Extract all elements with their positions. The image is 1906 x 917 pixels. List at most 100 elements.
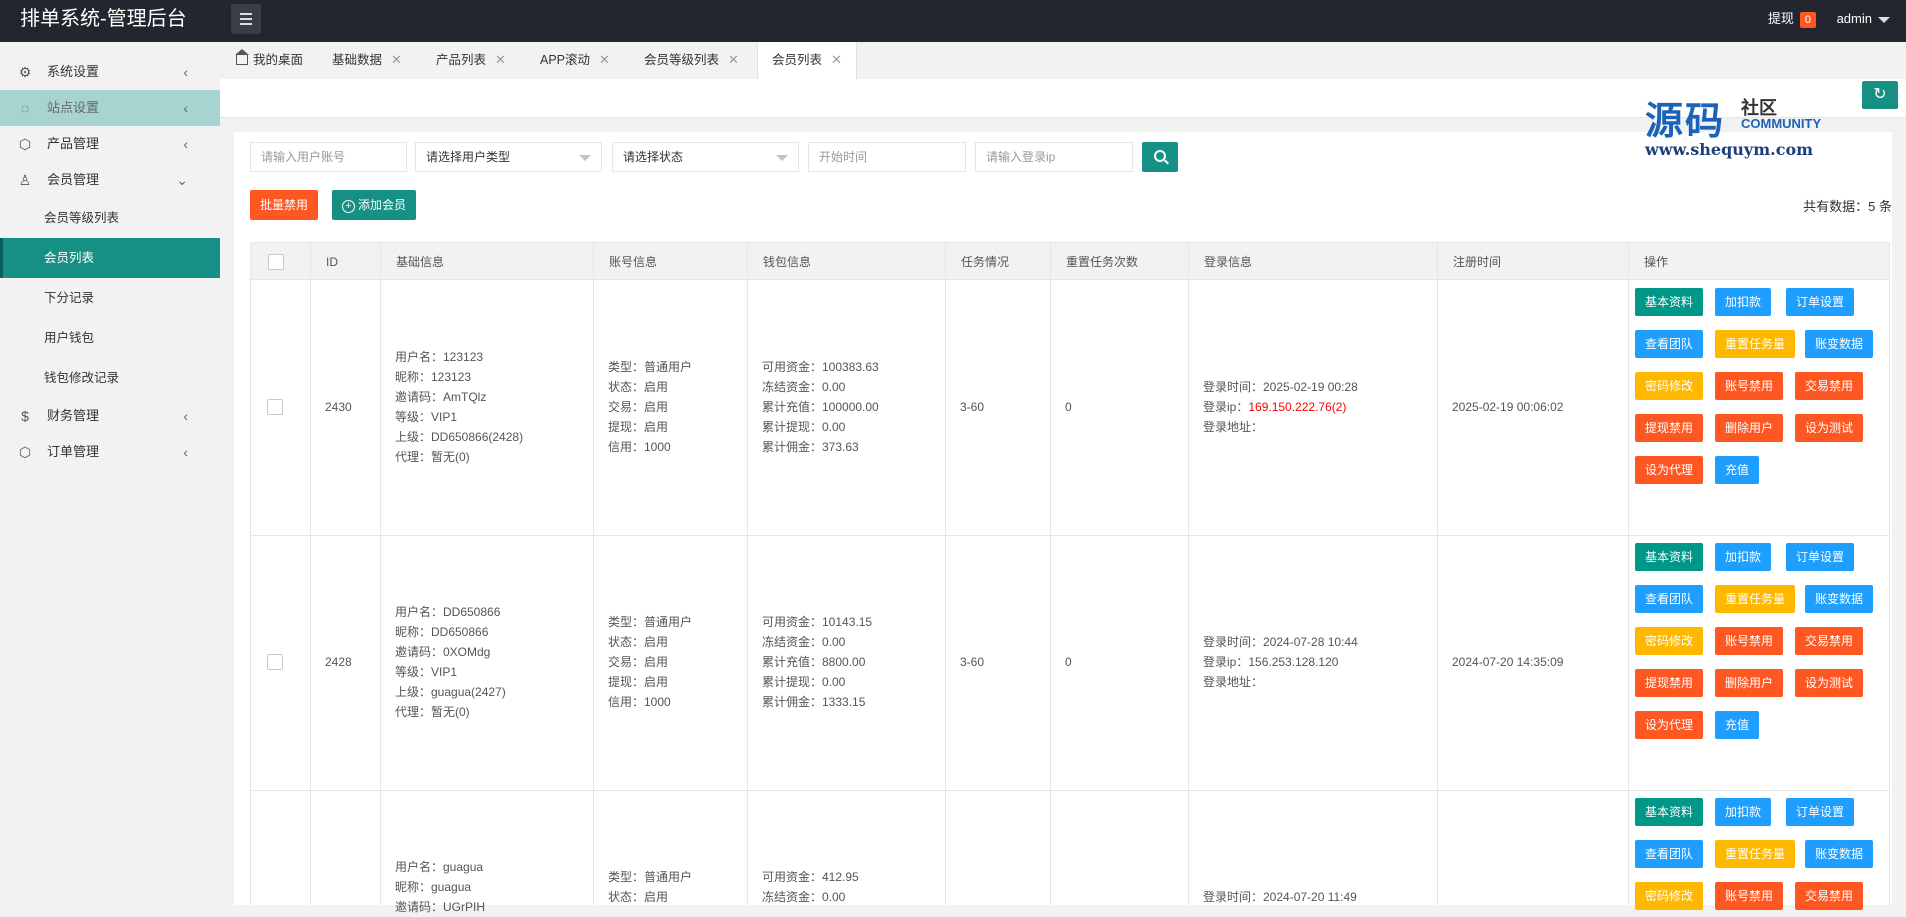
globe-icon: ◌ bbox=[20, 100, 30, 116]
tab-label: APP滚动 bbox=[540, 53, 591, 67]
basic-info-button[interactable]: 基本资料 bbox=[1635, 543, 1704, 571]
view-team-button[interactable]: 查看团队 bbox=[1635, 585, 1704, 613]
wallet-total-recharge: 累计充值：8800.00 bbox=[762, 655, 866, 669]
close-icon[interactable]: ✕ bbox=[391, 52, 402, 67]
delete-user-button[interactable]: 删除用户 bbox=[1715, 414, 1784, 442]
recharge-button[interactable]: 充值 bbox=[1715, 711, 1760, 739]
status-select[interactable]: 请选择状态 bbox=[612, 142, 799, 172]
wallet-frozen: 冻结资金：0.00 bbox=[762, 890, 846, 904]
account-search-input[interactable]: 请输入用户账号 bbox=[250, 142, 407, 172]
user-menu[interactable]: admin bbox=[1837, 0, 1890, 38]
account-withdraw: 提现：启用 bbox=[608, 675, 669, 689]
set-test-button[interactable]: 设为测试 bbox=[1795, 669, 1864, 697]
set-agent-button[interactable]: 设为代理 bbox=[1635, 456, 1704, 484]
cell-login-info: 登录时间：2024-07-20 11:49 bbox=[1203, 887, 1357, 907]
set-agent-button[interactable]: 设为代理 bbox=[1635, 711, 1704, 739]
search-button[interactable] bbox=[1142, 142, 1178, 172]
tab-member-list[interactable]: 会员列表 ✕ bbox=[757, 42, 857, 80]
change-password-button[interactable]: 密码修改 bbox=[1635, 372, 1704, 400]
sidebar: ⚙ 系统设置 ‹ ◌ 站点设置 ‹ ⬡ 产品管理 ‹ ♙ 会员管理 ⌄ 会员等级… bbox=[0, 42, 220, 905]
disable-withdraw-button[interactable]: 提现禁用 bbox=[1635, 414, 1704, 442]
change-password-button[interactable]: 密码修改 bbox=[1635, 627, 1704, 655]
sidebar-item-products[interactable]: ⬡ 产品管理 ‹ bbox=[0, 126, 220, 162]
tab-dashboard[interactable]: 我的桌面 bbox=[235, 42, 303, 79]
sidebar-item-site[interactable]: ◌ 站点设置 ‹ bbox=[0, 90, 220, 126]
disable-account-button[interactable]: 账号禁用 bbox=[1715, 627, 1784, 655]
adjust-balance-button[interactable]: 加扣款 bbox=[1715, 543, 1772, 571]
tab-member-levels[interactable]: 会员等级列表 ✕ bbox=[644, 42, 739, 79]
adjust-balance-button[interactable]: 加扣款 bbox=[1715, 798, 1772, 826]
basic-username: 用户名：DD650866 bbox=[395, 605, 501, 619]
batch-disable-button[interactable]: 批量禁用 bbox=[250, 190, 319, 220]
user-type-select[interactable]: 请选择用户类型 bbox=[415, 142, 602, 172]
close-icon[interactable]: ✕ bbox=[831, 52, 842, 67]
sidebar-child-user-wallet[interactable]: 用户钱包 bbox=[0, 318, 220, 358]
account-withdraw: 提现：启用 bbox=[608, 420, 669, 434]
row-checkbox[interactable] bbox=[267, 654, 283, 670]
sidebar-child-downscore-records[interactable]: 下分记录 bbox=[0, 278, 220, 318]
close-icon[interactable]: ✕ bbox=[728, 52, 739, 67]
total-count: 共有数据：5 条 bbox=[1803, 199, 1892, 214]
reset-tasks-button[interactable]: 重置任务量 bbox=[1715, 585, 1796, 613]
order-settings-button[interactable]: 订单设置 bbox=[1786, 543, 1855, 571]
tab-app-scroll[interactable]: APP滚动 ✕ bbox=[540, 42, 610, 79]
basic-info-button[interactable]: 基本资料 bbox=[1635, 798, 1704, 826]
balance-changes-button[interactable]: 账变数据 bbox=[1805, 585, 1874, 613]
select-all-checkbox[interactable] bbox=[268, 254, 284, 270]
close-icon[interactable]: ✕ bbox=[495, 52, 506, 67]
withdraw-link[interactable]: 提现 0 bbox=[1768, 0, 1816, 38]
basic-info-button[interactable]: 基本资料 bbox=[1635, 288, 1704, 316]
reset-tasks-button[interactable]: 重置任务量 bbox=[1715, 840, 1796, 868]
account-status: 状态：启用 bbox=[608, 890, 669, 904]
tab-bar: 我的桌面 基础数据 ✕ 产品列表 ✕ APP滚动 ✕ 会员等级列表 ✕ 会员列表 ✕ bbox=[220, 42, 1906, 80]
sidebar-item-finance[interactable]: $ 财务管理 ‹ bbox=[0, 398, 220, 434]
balance-changes-button[interactable]: 账变数据 bbox=[1805, 330, 1874, 358]
login-ip-label: 登录ip： bbox=[1203, 400, 1249, 414]
row-checkbox[interactable] bbox=[267, 399, 283, 415]
order-settings-button[interactable]: 订单设置 bbox=[1786, 798, 1855, 826]
cell-account-info: 类型：普通用户 状态：启用 交易：启用 提现：启用 信用：1000 bbox=[608, 357, 692, 457]
change-password-button[interactable]: 密码修改 bbox=[1635, 882, 1704, 910]
order-settings-button[interactable]: 订单设置 bbox=[1786, 288, 1855, 316]
recharge-button[interactable]: 充值 bbox=[1715, 456, 1760, 484]
sidebar-child-wallet-records[interactable]: 钱包修改记录 bbox=[0, 358, 220, 398]
disable-trade-button[interactable]: 交易禁用 bbox=[1795, 372, 1864, 400]
sidebar-child-member-levels[interactable]: 会员等级列表 bbox=[0, 198, 220, 238]
account-credit: 信用：1000 bbox=[608, 440, 671, 454]
refresh-button[interactable]: ↻ bbox=[1862, 81, 1898, 109]
start-time-input[interactable]: 开始时间 bbox=[808, 142, 966, 172]
menu-toggle-button[interactable] bbox=[231, 4, 261, 34]
cell-wallet-info: 可用资金：100383.63 冻结资金：0.00 累计充值：100000.00 … bbox=[762, 357, 879, 457]
disable-trade-button[interactable]: 交易禁用 bbox=[1795, 627, 1864, 655]
close-icon[interactable]: ✕ bbox=[599, 52, 610, 67]
account-status: 状态：启用 bbox=[608, 635, 669, 649]
sidebar-child-member-list[interactable]: 会员列表 bbox=[0, 238, 220, 278]
disable-withdraw-button[interactable]: 提现禁用 bbox=[1635, 669, 1704, 697]
disable-trade-button[interactable]: 交易禁用 bbox=[1795, 882, 1864, 910]
sidebar-item-orders[interactable]: ⬡ 订单管理 ‹ bbox=[0, 434, 220, 470]
basic-invite-code: 邀请码：0XOMdg bbox=[395, 645, 491, 659]
basic-invite-code: 邀请码：AmTQlz bbox=[395, 390, 487, 404]
table-header: ID 基础信息 账号信息 钱包信息 任务情况 重置任务次数 登录信息 注册时间 … bbox=[250, 242, 1890, 280]
view-team-button[interactable]: 查看团队 bbox=[1635, 840, 1704, 868]
sidebar-item-members[interactable]: ♙ 会员管理 ⌄ bbox=[0, 162, 220, 198]
login-ip-input[interactable]: 请输入登录ip bbox=[975, 142, 1133, 172]
tab-product-list[interactable]: 产品列表 ✕ bbox=[436, 42, 506, 79]
wallet-total-withdraw: 累计提现：0.00 bbox=[762, 675, 846, 689]
add-member-button[interactable]: + 添加会员 bbox=[332, 190, 417, 220]
account-type: 类型：普通用户 bbox=[608, 360, 693, 374]
balance-changes-button[interactable]: 账变数据 bbox=[1805, 840, 1874, 868]
status-select-value: 请选择状态 bbox=[623, 150, 684, 164]
set-test-button[interactable]: 设为测试 bbox=[1795, 414, 1864, 442]
sidebar-item-system[interactable]: ⚙ 系统设置 ‹ bbox=[0, 54, 220, 90]
delete-user-button[interactable]: 删除用户 bbox=[1715, 669, 1784, 697]
disable-account-button[interactable]: 账号禁用 bbox=[1715, 372, 1784, 400]
app-title: 排单系统-管理后台 bbox=[20, 8, 187, 30]
table-row: 2430 用户名：123123 昵称：123123 邀请码：AmTQlz 等级：… bbox=[250, 280, 1890, 536]
reset-tasks-button[interactable]: 重置任务量 bbox=[1715, 330, 1796, 358]
adjust-balance-button[interactable]: 加扣款 bbox=[1715, 288, 1772, 316]
login-ip-label: 登录ip： bbox=[1203, 655, 1249, 669]
view-team-button[interactable]: 查看团队 bbox=[1635, 330, 1704, 358]
tab-basic-data[interactable]: 基础数据 ✕ bbox=[332, 42, 402, 79]
disable-account-button[interactable]: 账号禁用 bbox=[1715, 882, 1784, 910]
